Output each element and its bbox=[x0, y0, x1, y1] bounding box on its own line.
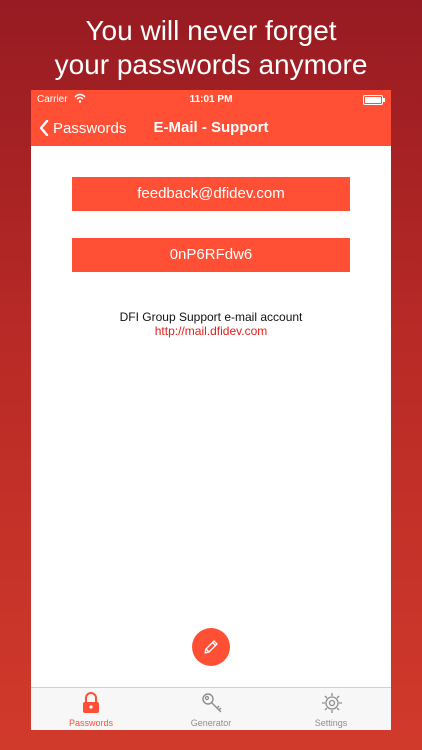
pencil-icon bbox=[204, 640, 218, 654]
tab-settings[interactable]: Settings bbox=[271, 688, 391, 730]
entry-url-link[interactable]: http://mail.dfidev.com bbox=[31, 324, 391, 338]
lock-icon bbox=[81, 692, 101, 714]
tab-settings-label: Settings bbox=[314, 718, 348, 728]
entry-description: DFI Group Support e-mail account bbox=[119, 310, 303, 324]
tab-generator[interactable]: Generator bbox=[151, 688, 271, 730]
entry-notes: DFI Group Support e-mail account http://… bbox=[31, 310, 391, 338]
login-field[interactable]: feedback@dfidev.com bbox=[72, 177, 350, 211]
gear-icon bbox=[321, 692, 342, 714]
back-button-label: Passwords bbox=[53, 119, 127, 137]
key-icon bbox=[201, 692, 222, 714]
back-button[interactable]: Passwords bbox=[39, 110, 126, 146]
navigation-bar: E-Mail - Support Passwords bbox=[31, 110, 391, 146]
password-field[interactable]: 0nP6RFdw6 bbox=[72, 238, 350, 272]
battery-icon bbox=[363, 95, 385, 105]
promo-headline: You will never forget your passwords any… bbox=[0, 14, 422, 82]
tab-passwords[interactable]: Passwords bbox=[31, 688, 151, 730]
chevron-left-icon bbox=[39, 120, 49, 136]
promo-line-2: your passwords anymore bbox=[54, 49, 368, 80]
tab-generator-label: Generator bbox=[190, 718, 232, 728]
status-time: 11:01 PM bbox=[189, 94, 233, 105]
edit-button[interactable] bbox=[192, 628, 230, 666]
status-bar: Carrier 11:01 PM bbox=[31, 90, 391, 110]
phone-screen: Carrier 11:01 PM E-Mail - Support Passwo… bbox=[31, 90, 391, 730]
tab-bar: Passwords Generator Settings bbox=[31, 687, 391, 730]
promo-line-1: You will never forget bbox=[85, 15, 337, 46]
tab-passwords-label: Passwords bbox=[68, 718, 113, 728]
